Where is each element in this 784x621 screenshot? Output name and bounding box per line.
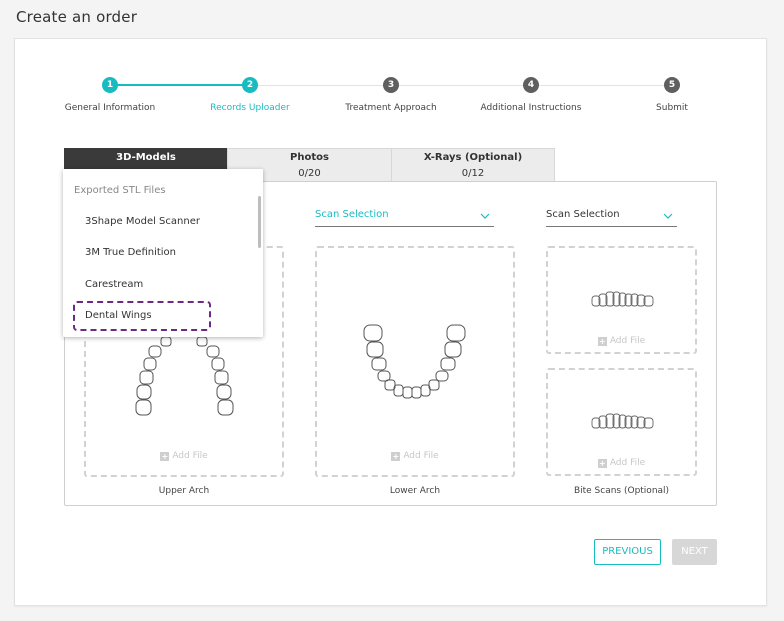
add-file-label: Add File xyxy=(403,451,439,461)
tab-x-rays[interactable]: X-Rays (Optional) 0/12 xyxy=(391,148,555,182)
bite-add-file-2[interactable]: + Add File xyxy=(548,458,695,468)
add-file-label: Add File xyxy=(609,458,646,468)
bite-teeth-icon xyxy=(591,291,654,307)
dental-wings-highlight xyxy=(73,301,211,331)
step-number: 1 xyxy=(102,77,118,93)
step-submit[interactable]: 5 Submit xyxy=(602,77,742,113)
step-records-uploader[interactable]: 2 Records Uploader xyxy=(180,77,320,113)
dropdown-item-3shape[interactable]: 3Shape Model Scanner xyxy=(85,216,200,227)
upper-arch-teeth-icon xyxy=(135,336,234,416)
bite-scans-caption: Bite Scans (Optional) xyxy=(573,486,670,496)
lower-arch-teeth-icon xyxy=(363,324,466,399)
plus-icon: + xyxy=(597,459,607,468)
chevron-down-icon xyxy=(663,213,673,219)
tab-title: X-Rays (Optional) xyxy=(423,152,523,163)
plus-icon: + xyxy=(160,452,170,461)
dropdown-scrollbar[interactable] xyxy=(258,196,261,248)
tab-title: Photos xyxy=(290,152,329,163)
plus-icon: + xyxy=(391,452,401,461)
chevron-down-icon xyxy=(480,213,490,219)
bite-add-file-1[interactable]: + Add File xyxy=(548,336,695,346)
dropdown-item-carestream[interactable]: Carestream xyxy=(85,279,143,290)
lower-scan-select-value: Scan Selection xyxy=(315,209,389,220)
bite-scan-drop-zone-1[interactable]: + Add File xyxy=(546,246,697,354)
previous-button[interactable]: PREVIOUS xyxy=(594,539,661,565)
bite-scan-select[interactable]: Scan Selection xyxy=(546,209,677,227)
dropdown-header: Exported STL Files xyxy=(74,185,166,196)
add-file-label: Add File xyxy=(609,336,646,346)
page-title: Create an order xyxy=(16,8,138,26)
stl-source-dropdown: Exported STL Files 3Shape Model Scanner … xyxy=(63,169,263,337)
bite-scan-drop-zone-2[interactable]: + Add File xyxy=(546,368,697,476)
plus-icon: + xyxy=(597,337,607,346)
add-file-label: Add File xyxy=(172,451,208,461)
step-number: 4 xyxy=(523,77,539,93)
next-button[interactable]: NEXT xyxy=(672,539,717,565)
step-additional-instructions[interactable]: 4 Additional Instructions xyxy=(461,77,601,113)
upper-arch-caption: Upper Arch xyxy=(158,486,210,496)
step-label: Records Uploader xyxy=(210,103,290,113)
upper-add-file[interactable]: + Add File xyxy=(86,451,282,461)
dropdown-item-3m-true-definition[interactable]: 3M True Definition xyxy=(85,247,176,258)
lower-add-file[interactable]: + Add File xyxy=(317,451,513,461)
lower-arch-caption: Lower Arch xyxy=(389,486,441,496)
step-general-information[interactable]: 1 General Information xyxy=(40,77,180,113)
step-number: 2 xyxy=(242,77,258,93)
order-card: 1 General Information 2 Records Uploader… xyxy=(14,38,767,606)
lower-arch-drop-zone[interactable]: + Add File xyxy=(315,246,515,477)
tab-count: 0/12 xyxy=(461,168,485,179)
step-treatment-approach[interactable]: 3 Treatment Approach xyxy=(321,77,461,113)
bite-teeth-icon xyxy=(591,413,654,429)
stepper: 1 General Information 2 Records Uploader… xyxy=(15,39,766,139)
step-number: 3 xyxy=(383,77,399,93)
step-label: Submit xyxy=(656,103,688,113)
step-number: 5 xyxy=(664,77,680,93)
step-label: Treatment Approach xyxy=(345,103,437,113)
step-label: General Information xyxy=(64,103,156,113)
tab-title: 3D-Models xyxy=(116,152,176,163)
step-label: Additional Instructions xyxy=(480,103,582,113)
lower-scan-select[interactable]: Scan Selection xyxy=(315,209,494,227)
bite-scan-select-value: Scan Selection xyxy=(546,209,620,220)
